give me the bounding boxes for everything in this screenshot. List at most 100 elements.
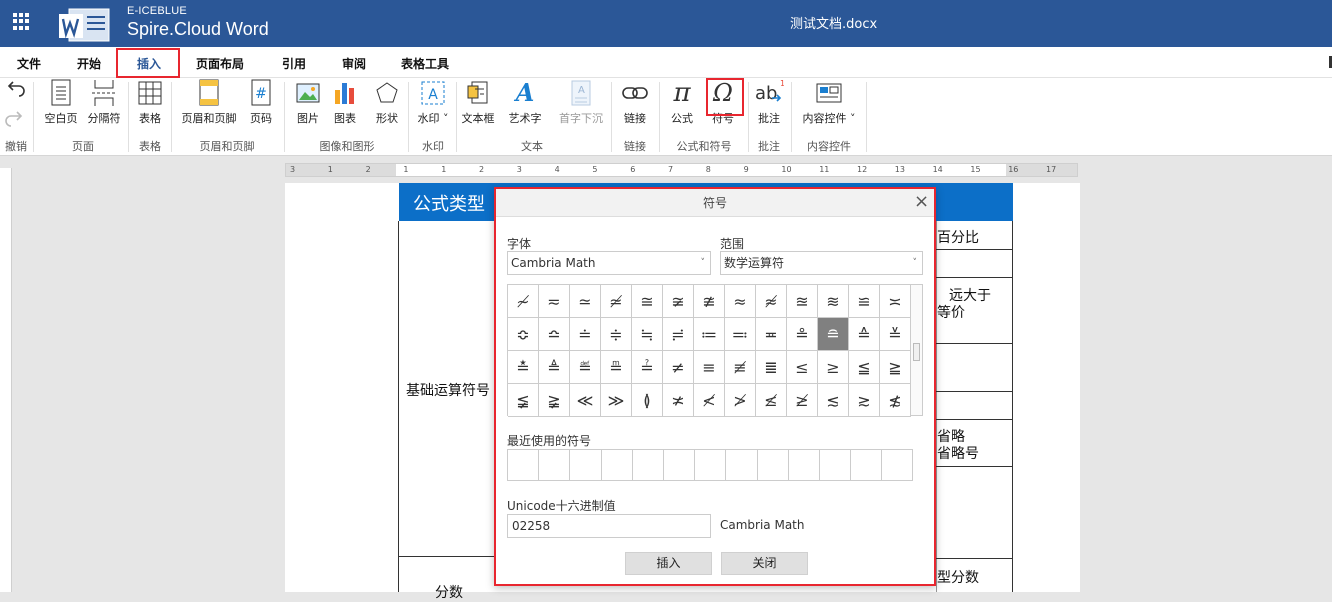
menu-review[interactable]: 审阅 [342,55,366,72]
symbol-cell[interactable]: ≆ [663,285,694,318]
symbol-cell[interactable]: ≡ [694,351,725,384]
symbol-cell[interactable]: ≱ [787,384,818,417]
chart-button[interactable]: 图表 [329,78,361,130]
picture-button[interactable]: 图片 [292,78,324,130]
symbol-cell[interactable]: ≐ [570,318,601,351]
recent-symbol-cell[interactable] [601,450,633,481]
symbol-cell[interactable]: ≓ [663,318,694,351]
symbol-cell[interactable]: ≃ [570,285,601,318]
recent-symbol-cell[interactable] [757,450,789,481]
table-button[interactable]: 表格 [134,78,166,130]
menu-references[interactable]: 引用 [282,55,306,72]
symbol-cell[interactable]: ≍ [880,285,911,318]
symbol-cell[interactable]: ≌ [849,285,880,318]
range-select[interactable]: 数学运算符 ˅ [720,251,923,275]
symbol-cell[interactable]: ≠ [663,351,694,384]
recent-symbol-cell[interactable] [788,450,820,481]
symbol-cell[interactable]: ≜ [539,351,570,384]
symbol-cell[interactable]: ≞ [601,351,632,384]
symbol-cell[interactable]: ≙ [849,318,880,351]
menu-file[interactable]: 文件 [17,55,41,72]
close-icon[interactable]: × [914,192,929,212]
symbol-cell[interactable]: ≬ [632,384,663,417]
textbox-button[interactable]: 文本框 [459,78,497,130]
horizontal-ruler[interactable]: 3 1 2 1 1 2 3 4 5 6 7 8 9 10 11 12 13 14 15 16 17 [285,163,1078,177]
symbol-cell[interactable]: ≋ [818,285,849,318]
symbol-cell[interactable]: ≕ [725,318,756,351]
symbol-cell[interactable]: ≴ [880,384,911,417]
symbol-cell[interactable]: ≔ [694,318,725,351]
symbol-cell[interactable]: ≥ [818,351,849,384]
symbol-cell[interactable]: ≣ [756,351,787,384]
symbol-cell[interactable]: ≊ [787,285,818,318]
symbol-cell[interactable]: ≑ [601,318,632,351]
symbol-cell[interactable]: ≘ [818,318,849,351]
symbol-cell[interactable]: ≪ [570,384,601,417]
blank-page-button[interactable]: 空白页 [41,78,81,130]
recent-symbol-cell[interactable] [570,450,602,481]
shape-button[interactable]: 形状 [371,78,403,130]
recent-symbol-cell[interactable] [663,450,696,481]
symbol-cell[interactable]: ≤ [787,351,818,384]
font-select[interactable]: Cambria Math ˅ [507,251,711,275]
symbol-cell[interactable]: ≂ [539,285,570,318]
symbol-cell[interactable]: ≭ [663,384,694,417]
recent-symbol-cell[interactable] [508,450,540,481]
symbol-cell[interactable]: ≮ [694,384,725,417]
dropcap-icon: A [571,80,591,106]
symbol-cell[interactable]: ≉ [756,285,787,318]
symbol-cell[interactable]: ≟ [632,351,663,384]
symbol-cell[interactable]: ≎ [508,318,539,351]
close-button[interactable]: 关闭 [721,552,808,575]
link-button[interactable]: 链接 [619,78,651,130]
symbol-cell[interactable]: ≚ [880,318,911,351]
symbol-cell[interactable]: ≦ [849,351,880,384]
menu-layout[interactable]: 页面布局 [196,55,244,72]
wordart-button[interactable]: A 艺术字 [505,78,545,130]
content-control-button[interactable]: 内容控件 ˅ [797,78,861,130]
symbol-cell[interactable]: ≳ [849,384,880,417]
vertical-ruler[interactable] [0,168,12,592]
recent-symbol-cell[interactable] [819,450,852,481]
dropcap-label: 首字下沉 [559,112,603,125]
symbol-cell[interactable]: ≧ [880,351,911,384]
symbol-cell[interactable]: ≁ [508,285,539,318]
symbol-cell[interactable]: ≒ [632,318,663,351]
symbol-cell[interactable]: ≫ [601,384,632,417]
apps-grid-icon[interactable] [13,13,30,30]
symbol-grid-scrollbar[interactable] [911,284,923,416]
comment-button[interactable]: ab 1 批注 [753,78,785,130]
formula-button[interactable]: π 公式 [666,78,698,130]
recent-symbol-cell[interactable] [695,450,727,481]
menu-table-tools[interactable]: 表格工具 [401,55,449,72]
scrollbar-thumb[interactable] [913,343,920,361]
dropcap-button[interactable]: A 首字下沉 [555,78,607,130]
header-footer-button[interactable]: 页眉和页脚 [177,78,241,130]
symbol-cell[interactable]: ≄ [601,285,632,318]
recent-symbol-cell[interactable] [539,450,571,481]
insert-button[interactable]: 插入 [625,552,712,575]
symbol-cell[interactable]: ≝ [570,351,601,384]
watermark-button[interactable]: A 水印 ˅ [410,78,456,130]
symbol-cell[interactable]: ≅ [632,285,663,318]
symbol-cell[interactable]: ≖ [756,318,787,351]
symbol-cell[interactable]: ≯ [725,384,756,417]
symbol-cell[interactable]: ≰ [756,384,787,417]
symbol-cell[interactable]: ≗ [787,318,818,351]
symbol-cell[interactable]: ≛ [508,351,539,384]
page-break-button[interactable]: 分隔符 [84,78,124,130]
symbol-cell[interactable]: ≇ [694,285,725,318]
menu-home[interactable]: 开始 [77,55,101,72]
symbol-cell[interactable]: ≨ [508,384,539,417]
recent-symbol-cell[interactable] [726,450,758,481]
recent-symbol-cell[interactable] [851,450,883,481]
symbol-cell[interactable]: ≲ [818,384,849,417]
page-number-button[interactable]: # 页码 [245,78,277,130]
symbol-cell[interactable]: ≩ [539,384,570,417]
symbol-cell[interactable]: ≈ [725,285,756,318]
symbol-cell[interactable]: ≢ [725,351,756,384]
unicode-hex-input[interactable]: 02258 [507,514,711,538]
recent-symbol-cell[interactable] [882,450,914,481]
recent-symbol-cell[interactable] [632,450,664,481]
symbol-cell[interactable]: ≏ [539,318,570,351]
